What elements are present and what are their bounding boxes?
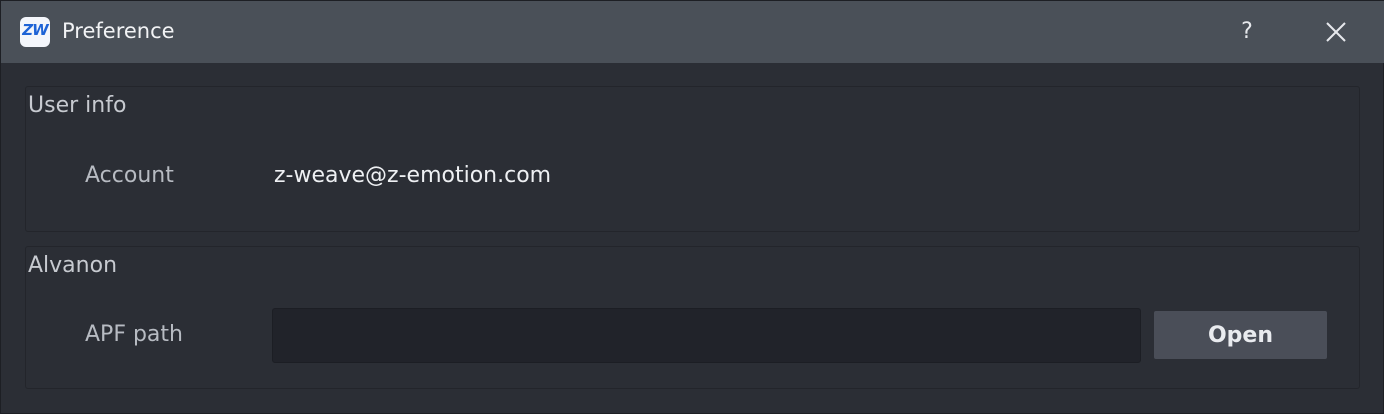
app-logo-text: ZW [22,21,48,39]
preference-dialog: ZW Preference ? User info Account z-weav… [0,0,1384,414]
help-button[interactable]: ? [1232,17,1262,47]
account-value: z-weave@z-emotion.com [274,163,552,188]
close-icon [1326,22,1346,42]
close-button[interactable] [1321,17,1351,47]
user-info-group-title: User info [28,93,127,118]
open-button[interactable]: Open [1154,311,1327,359]
app-logo-icon: ZW [20,17,50,47]
alvanon-group: Alvanon APF path Open [25,246,1360,389]
account-label: Account [85,163,174,188]
apf-path-input[interactable] [272,308,1141,363]
alvanon-group-title: Alvanon [28,253,118,278]
window-title: Preference [62,19,175,43]
user-info-group: User info Account z-weave@z-emotion.com [25,86,1360,232]
apf-path-label: APF path [85,322,183,347]
title-bar[interactable]: ZW Preference ? [1,1,1384,63]
